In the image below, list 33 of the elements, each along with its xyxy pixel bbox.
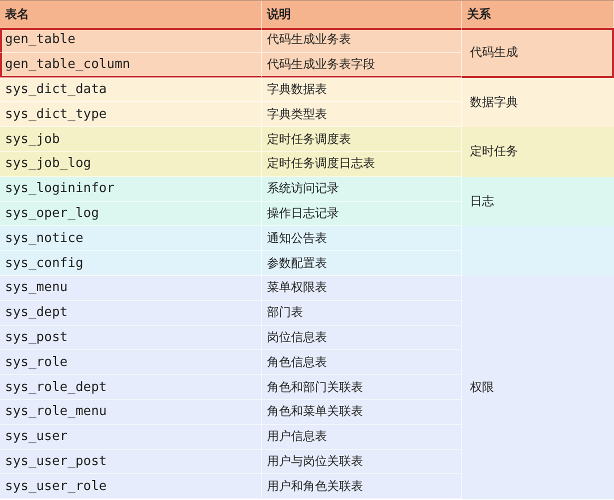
table-cell-text: 数据字典 <box>469 94 519 111</box>
table-cell: 岗位信息表 <box>262 326 462 350</box>
table-cell: 字典数据表 <box>262 78 462 102</box>
table-cell: 部门表 <box>262 300 462 326</box>
table-cell: sys_notice <box>0 226 262 252</box>
table-cell: gen_table <box>0 28 262 53</box>
table-cell: 系统访问记录 <box>262 176 462 202</box>
table-cell: sys_dept <box>0 300 262 326</box>
table-cell: 代码生成业务表 <box>262 28 462 53</box>
table-cell: 角色信息表 <box>262 350 462 376</box>
table-cell: 用户信息表 <box>262 424 462 450</box>
table-cell-text: 定时任务 <box>469 143 519 160</box>
table-cell: sys_job <box>0 127 262 152</box>
table-cell: sys_user_post <box>0 450 262 474</box>
table-cell: 用户和角色关联表 <box>262 474 462 500</box>
table-cell: sys_user <box>0 424 262 450</box>
table-cell: sys_user_role <box>0 474 262 500</box>
table-cell: sys_post <box>0 326 262 350</box>
table-cell: 定时任务调度表 <box>262 127 462 152</box>
table-cell: sys_dict_data <box>0 78 262 102</box>
table-cell: sys_menu <box>0 276 262 301</box>
table-cell: 角色和部门关联表 <box>262 375 462 400</box>
table-cell: 通知公告表 <box>262 226 462 252</box>
table-cell: 用户与岗位关联表 <box>262 450 462 474</box>
table-cell-text: 日志 <box>469 193 495 210</box>
table-cell-text: 权限 <box>469 379 495 396</box>
table-cell: 角色和菜单关联表 <box>262 400 462 425</box>
table-cell: 菜单权限表 <box>262 276 462 301</box>
table-cell: sys_logininfor <box>0 176 262 202</box>
table-cell: sys_role <box>0 350 262 376</box>
table-cell: sys_role_dept <box>0 375 262 400</box>
table-cell-text: 代码生成 <box>469 44 519 62</box>
table-cell: sys_role_menu <box>0 400 262 425</box>
